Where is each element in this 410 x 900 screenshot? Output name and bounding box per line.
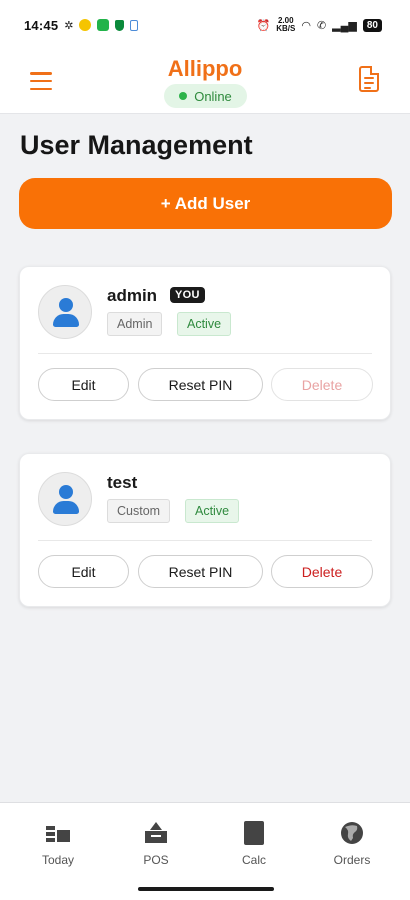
user-avatar-body bbox=[53, 501, 79, 514]
user-card-test: test Custom Active Edit Reset PIN Delete bbox=[19, 453, 391, 607]
nav-item-calc[interactable]: Calc bbox=[214, 821, 294, 871]
card-divider bbox=[38, 540, 372, 541]
connection-status-label: Online bbox=[194, 88, 232, 104]
alarm-icon: ⏰ bbox=[256, 19, 271, 32]
network-speed: 2.00 KB/S bbox=[276, 17, 295, 33]
pos-register-icon bbox=[143, 821, 169, 845]
emoji-notification-icon bbox=[79, 19, 92, 31]
battery-indicator: 80 bbox=[362, 18, 382, 32]
nav-item-pos[interactable]: POS bbox=[116, 821, 196, 871]
bluetooth-notification-icon bbox=[130, 19, 139, 31]
wifi-icon: ◠ bbox=[301, 19, 311, 32]
nav-label: Calc bbox=[241, 853, 266, 867]
page-title: User Management bbox=[20, 130, 253, 160]
status-bar-left: 14:45 ✲ bbox=[24, 17, 139, 33]
avatar bbox=[38, 472, 92, 526]
document-icon[interactable] bbox=[359, 66, 379, 92]
app-header: Allippo Online bbox=[0, 50, 410, 114]
reset-pin-button[interactable]: Reset PIN bbox=[138, 368, 263, 401]
calculator-icon bbox=[241, 821, 267, 845]
today-icon bbox=[45, 821, 71, 845]
you-badge: YOU bbox=[170, 287, 205, 303]
bottom-nav: Today POS Calc Orders bbox=[0, 802, 410, 900]
settings-notification-icon: ✲ bbox=[64, 19, 74, 32]
avatar bbox=[38, 285, 92, 339]
status-bar: 14:45 ✲ ⏰ 2.00 KB/S ◠ ✆ ▂▄▆ 80 bbox=[0, 0, 410, 50]
role-tag: Admin bbox=[107, 312, 163, 336]
network-speed-unit: KB/S bbox=[276, 24, 296, 33]
nav-item-today[interactable]: Today bbox=[18, 821, 98, 871]
nav-label: Today bbox=[41, 853, 75, 867]
add-user-button[interactable]: + Add User bbox=[19, 178, 392, 229]
shield-notification-icon bbox=[115, 19, 125, 31]
app-notification-icon bbox=[97, 19, 110, 31]
user-card-admin: admin YOU Admin Active Edit Reset PIN De… bbox=[19, 266, 391, 420]
delete-button[interactable]: Delete bbox=[271, 555, 373, 588]
nav-label: Orders bbox=[333, 853, 371, 867]
user-name: test bbox=[107, 473, 138, 492]
user-name: admin bbox=[107, 286, 158, 305]
status-tag: Active bbox=[177, 312, 232, 336]
call-icon: ✆ bbox=[316, 19, 327, 32]
status-tag: Active bbox=[185, 499, 240, 523]
edit-button[interactable]: Edit bbox=[38, 555, 129, 588]
reset-pin-button[interactable]: Reset PIN bbox=[138, 555, 263, 588]
globe-icon bbox=[339, 821, 365, 845]
delete-button: Delete bbox=[271, 368, 373, 401]
signal-icon: ▂▄▆ bbox=[332, 19, 357, 32]
app-title: Allippo bbox=[167, 56, 243, 81]
edit-button[interactable]: Edit bbox=[38, 368, 129, 401]
status-bar-right: ⏰ 2.00 KB/S ◠ ✆ ▂▄▆ 80 bbox=[256, 17, 382, 33]
connection-status-badge: Online bbox=[164, 84, 247, 108]
nav-label: POS bbox=[143, 853, 169, 867]
card-divider bbox=[38, 353, 372, 354]
online-dot-icon bbox=[179, 92, 188, 100]
role-tag: Custom bbox=[107, 499, 171, 523]
user-avatar-icon bbox=[59, 485, 73, 499]
user-avatar-body bbox=[53, 314, 79, 327]
nav-item-orders[interactable]: Orders bbox=[312, 821, 392, 871]
home-indicator[interactable] bbox=[138, 887, 274, 891]
user-avatar-icon bbox=[59, 298, 73, 312]
status-time: 14:45 bbox=[24, 17, 59, 33]
